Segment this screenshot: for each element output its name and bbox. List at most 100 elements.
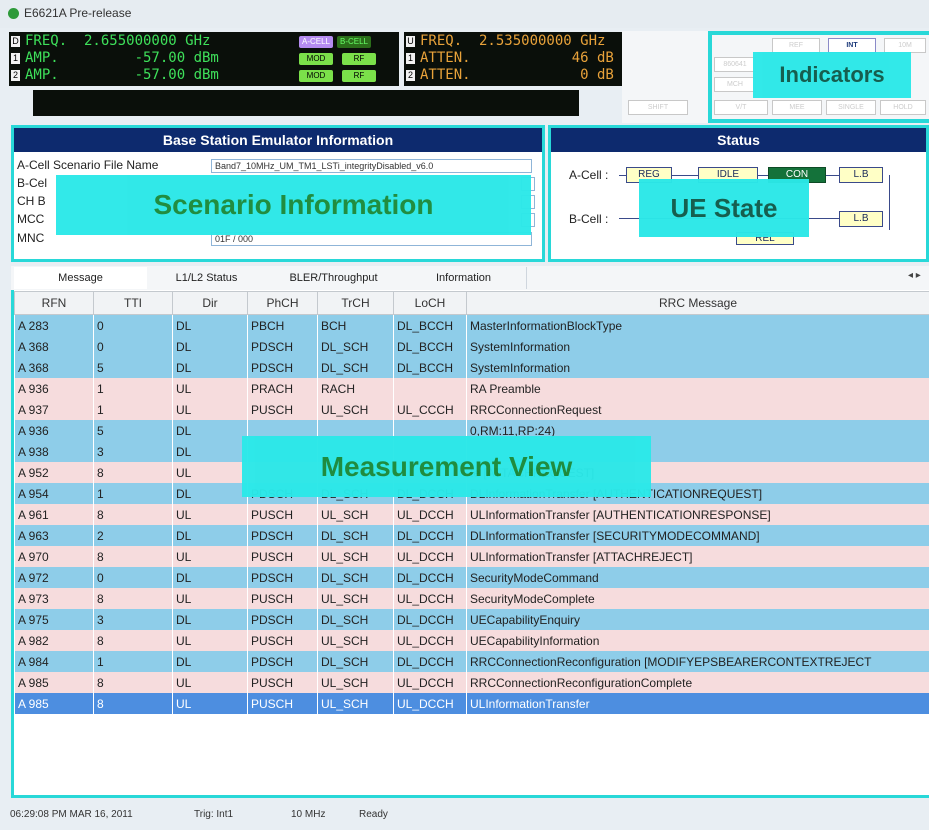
cell-tti: 3 [94,609,173,630]
empty-cell [173,714,248,735]
cell-phch: PDSCH [248,651,318,672]
app-logo-icon [8,8,19,19]
cell-rfn: A 936 [15,420,94,441]
mcc-label: MCC [17,212,44,226]
mee-indicator: MEE [772,100,822,115]
cell-dir: DL [173,567,248,588]
tab-message[interactable]: Message [14,267,148,289]
acell-state-label: A-Cell : [569,168,608,182]
window-title: E6621A Pre-release [24,6,131,20]
cell-tti: 2 [94,525,173,546]
cell-loch: UL_DCCH [394,672,467,693]
status-bandwidth: 10 MHz [291,800,325,830]
empty-cell [94,714,173,735]
cell-phch: PRACH [248,378,318,399]
cell-dir: DL [173,420,248,441]
tab-bler-throughput[interactable]: BLER/Throughput [266,267,402,289]
table-row[interactable]: A 3680DLPDSCHDL_SCHDL_BCCHSystemInformat… [15,336,929,357]
table-row[interactable]: A 9858ULPUSCHUL_SCHUL_DCCHRRCConnectionR… [15,672,929,693]
cell-rfn: A 985 [15,672,94,693]
table-row[interactable]: A 9720DLPDSCHDL_SCHDL_DCCHSecurityModeCo… [15,567,929,588]
cell-dir: UL [173,378,248,399]
acell-file-field: Band7_10MHz_UM_TM1_LSTi_integrityDisable… [211,159,532,173]
cell-rrc-message: SystemInformation [467,336,929,357]
cell-tti: 8 [94,693,173,714]
lb-state-a: L.B [839,167,883,183]
cell-tti: 8 [94,588,173,609]
cell-tti: 0 [94,567,173,588]
cell-rrc-message: MasterInformationBlockType [467,315,929,337]
cell-rfn: A 984 [15,651,94,672]
col-header-trch[interactable]: TrCH [318,292,394,315]
cell-phch: PDSCH [248,336,318,357]
cell-trch: UL_SCH [318,399,394,420]
col-header-loch[interactable]: LoCH [394,292,467,315]
col-header-dir[interactable]: Dir [173,292,248,315]
cell-dir: DL [173,651,248,672]
table-row[interactable]: A 9632DLPDSCHDL_SCHDL_DCCHDLInformationT… [15,525,929,546]
cell-rfn: A 283 [15,315,94,337]
scenario-info-overlay-label: Scenario Information [56,175,531,235]
col-header-tti[interactable]: TTI [94,292,173,315]
table-row[interactable]: A 9841DLPDSCHDL_SCHDL_DCCHRRCConnectionR… [15,651,929,672]
cell-tti: 1 [94,483,173,504]
measurement-view-overlay-label: Measurement View [242,436,651,497]
cell-dir: DL [173,441,248,462]
rel-wire [889,175,890,230]
status-panel-title: Status [551,128,926,152]
rf1-button[interactable]: RF [342,53,376,65]
10m-indicator: 10M [884,38,926,53]
col-header-rrc-message[interactable]: RRC Message [467,292,929,315]
tab-information[interactable]: Information [401,267,527,289]
mod1-button[interactable]: MOD [299,53,333,65]
table-row[interactable]: A 9738ULPUSCHUL_SCHUL_DCCHSecurityModeCo… [15,588,929,609]
table-row[interactable]: A 3685DLPDSCHDL_SCHDL_BCCHSystemInformat… [15,357,929,378]
tab-scroll-arrows[interactable]: ◂ ▸ [908,270,921,281]
cell-dir: DL [173,483,248,504]
status-state: Ready [359,800,388,830]
cell-trch: UL_SCH [318,588,394,609]
bcell-file-label: B-Cel [17,176,47,190]
col-header-phch[interactable]: PhCH [248,292,318,315]
table-row[interactable]: A 9371ULPUSCHUL_SCHUL_CCCHRRCConnectionR… [15,399,929,420]
table-row[interactable]: A 9708ULPUSCHUL_SCHUL_DCCHULInformationT… [15,546,929,567]
cell-loch: DL_DCCH [394,651,467,672]
atten2-readout: ATTEN. 0 dB [420,67,614,84]
cell-phch: PUSCH [248,588,318,609]
lb-state-b: L.B [839,211,883,227]
col-header-rfn[interactable]: RFN [15,292,94,315]
cell-rrc-message: RRCConnectionReconfigurationComplete [467,672,929,693]
empty-cell [15,714,94,735]
message-table: RFN TTI Dir PhCH TrCH LoCH RRC Message A… [14,291,929,735]
table-row[interactable]: A 9753DLPDSCHDL_SCHDL_DCCHUECapabilityEn… [15,609,929,630]
cell-dir: UL [173,546,248,567]
cell-rfn: A 937 [15,399,94,420]
table-row[interactable]: A 9618ULPUSCHUL_SCHUL_DCCHULInformationT… [15,504,929,525]
tab-l1l2-status[interactable]: L1/L2 Status [147,267,267,289]
led-index: U [406,36,415,47]
mod2-button[interactable]: MOD [299,70,333,82]
b-cell-button[interactable]: B-CELL [337,36,371,48]
cell-rrc-message: ULInformationTransfer [AUTHENTICATIONRES… [467,504,929,525]
cell-loch: DL_DCCH [394,525,467,546]
a-cell-button[interactable]: A-CELL [299,36,333,48]
table-header-row: RFN TTI Dir PhCH TrCH LoCH RRC Message [15,292,929,315]
cell-tti: 5 [94,357,173,378]
rf2-button[interactable]: RF [342,70,376,82]
led-panel-left: D 1 2 FREQ. 2.655000000 GHz AMP. -57.00 … [9,32,399,86]
cell-rrc-message: RRCConnectionRequest [467,399,929,420]
cell-trch: UL_SCH [318,504,394,525]
table-row[interactable]: A 9858ULPUSCHUL_SCHUL_DCCHULInformationT… [15,693,929,714]
cell-tti: 8 [94,504,173,525]
cell-rfn: A 970 [15,546,94,567]
cell-rfn: A 936 [15,378,94,399]
cell-tti: 0 [94,315,173,337]
vt-indicator: V/T [714,100,768,115]
table-row[interactable]: A 9361ULPRACHRACHRA Preamble [15,378,929,399]
table-row[interactable]: A 9828ULPUSCHUL_SCHUL_DCCHUECapabilityIn… [15,630,929,651]
cell-rfn: A 975 [15,609,94,630]
cell-rrc-message: DLInformationTransfer [SECURITYMODECOMMA… [467,525,929,546]
message-bar [33,90,579,116]
table-row[interactable]: A 2830DLPBCHBCHDL_BCCHMasterInformationB… [15,315,929,337]
cell-rfn: A 973 [15,588,94,609]
